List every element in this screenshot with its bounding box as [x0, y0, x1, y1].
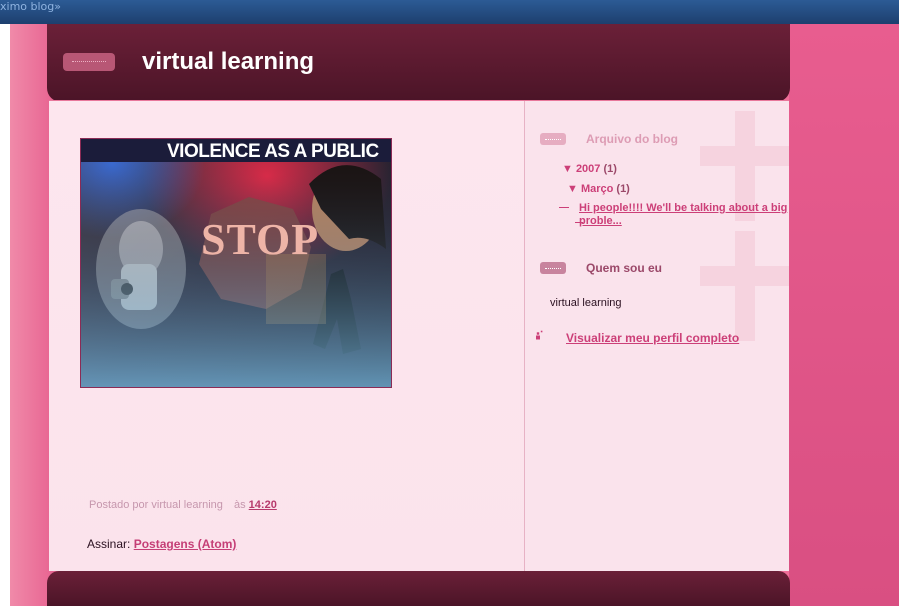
- post-at: às: [233, 499, 246, 511]
- archive-year-label[interactable]: ▼ 2007: [562, 163, 600, 175]
- archive-post-title[interactable]: Hi people!!!! We'll be talking about a b…: [579, 202, 787, 227]
- feed-line: Assinar: Postagens (Atom): [87, 537, 236, 551]
- sidebar: Arquivo do blog ▼ 2007 (1) ▼ Março (1) H…: [525, 101, 789, 571]
- blog-header: virtual learning: [47, 24, 790, 102]
- profile-name: virtual learning: [550, 297, 622, 309]
- content-area: VIOLENCE AS A PUBLIC STOP Postado por vi…: [49, 100, 789, 571]
- main-column: VIOLENCE AS A PUBLIC STOP Postado por vi…: [49, 101, 525, 571]
- archive-post-link[interactable]: Hi people!!!! We'll be talking about a b…: [559, 202, 789, 228]
- archive-month-label[interactable]: ▼ Março: [567, 183, 613, 195]
- profile-icon: [536, 330, 543, 340]
- feed-label: Assinar:: [87, 537, 131, 551]
- about-title: Quem sou eu: [586, 261, 663, 275]
- about-section-icon: [540, 262, 566, 274]
- blog-footer: [47, 571, 790, 606]
- archive-year-count: (1): [603, 163, 617, 175]
- post-timestamp-link[interactable]: 14:20: [249, 499, 277, 511]
- archive-title: Arquivo do blog: [586, 132, 678, 146]
- blog-title[interactable]: virtual learning: [142, 48, 314, 76]
- post-footer: Postado por virtual learning às 14:20: [89, 499, 277, 511]
- archive-year-2007[interactable]: ▼ 2007 (1): [562, 163, 617, 175]
- stop-sign-text: STOP: [201, 215, 320, 264]
- archive-month-marco[interactable]: ▼ Março (1): [567, 183, 630, 195]
- post-image[interactable]: VIOLENCE AS A PUBLIC STOP: [80, 138, 392, 388]
- archive-section-icon: [540, 133, 566, 145]
- page-background-right: [789, 24, 899, 606]
- archive-month-count: (1): [616, 183, 630, 195]
- top-navbar: ximo blog»: [0, 0, 899, 24]
- sidebar-cross-decoration-2: [700, 231, 789, 341]
- header-decoration-icon: [63, 53, 115, 71]
- image-caption-text: VIOLENCE AS A PUBLIC: [167, 141, 379, 162]
- post-author: Postado por virtual learning: [89, 499, 223, 511]
- next-blog-link[interactable]: ximo blog»: [0, 0, 61, 14]
- view-profile-link[interactable]: Visualizar meu perfil completo: [566, 331, 739, 345]
- atom-feed-link[interactable]: Postagens (Atom): [134, 537, 237, 551]
